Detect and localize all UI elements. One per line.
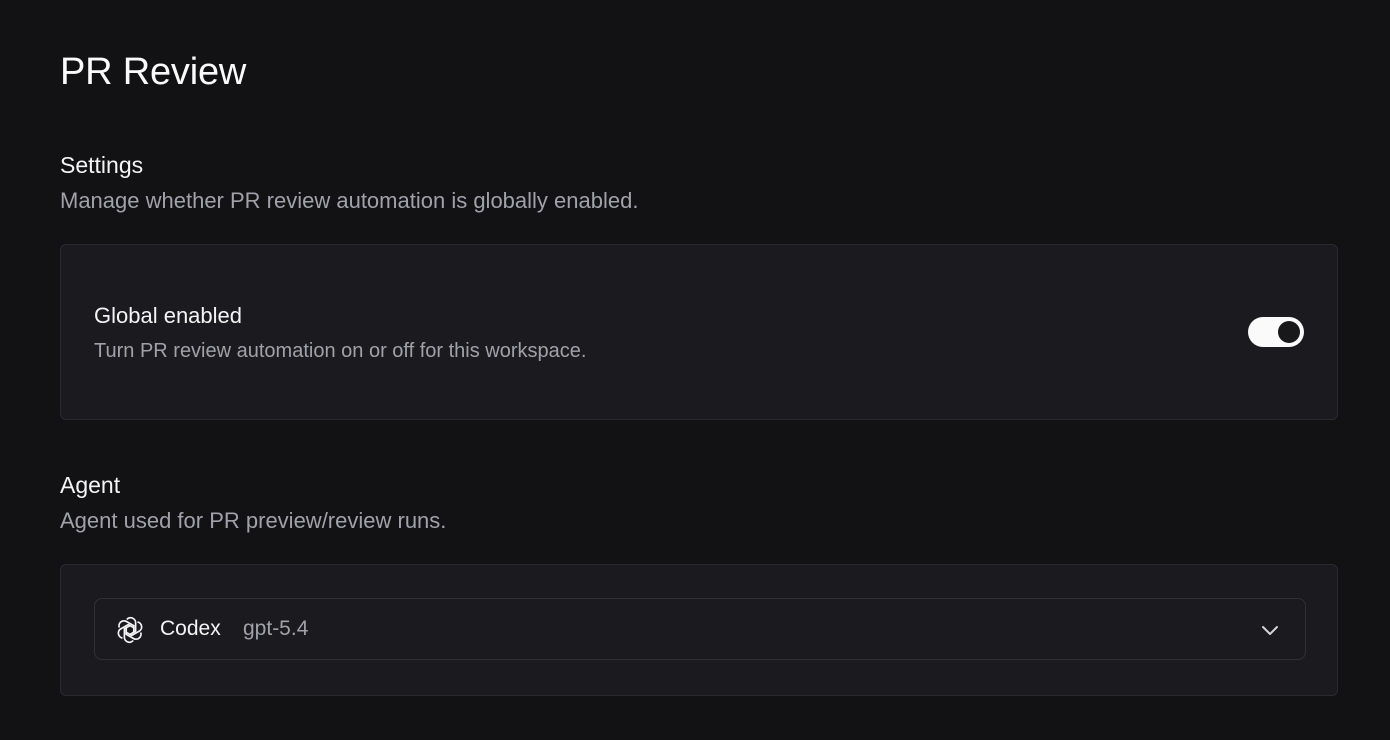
global-enabled-card: Global enabled Turn PR review automation… — [60, 244, 1338, 420]
chevron-down-icon — [1262, 626, 1278, 635]
settings-heading: Settings — [60, 152, 144, 178]
agent-model: gpt-5.4 — [243, 617, 309, 640]
pr-review-page: PR Review Settings Manage whether PR rev… — [0, 0, 1390, 740]
agent-description: Agent used for PR preview/review runs. — [60, 508, 447, 533]
page-title: PR Review — [60, 51, 247, 93]
settings-description: Manage whether PR review automation is g… — [60, 188, 639, 213]
openai-icon — [117, 616, 143, 644]
agent-name: Codex — [160, 617, 221, 640]
global-enabled-description: Turn PR review automation on or off for … — [94, 340, 587, 362]
global-enabled-label: Global enabled — [94, 303, 243, 328]
agent-select[interactable]: Codex gpt-5.4 — [94, 598, 1306, 660]
agent-card: Codex gpt-5.4 — [60, 564, 1338, 696]
agent-heading: Agent — [60, 472, 121, 498]
toggle-knob — [1278, 321, 1300, 343]
global-enabled-toggle[interactable] — [1248, 317, 1304, 347]
